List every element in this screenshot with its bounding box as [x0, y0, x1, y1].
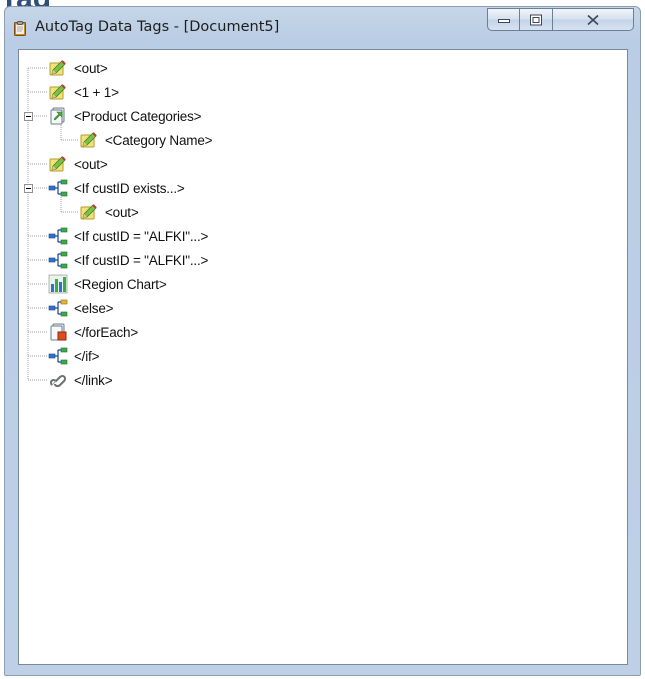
tree-item-category-name[interactable]: <Category Name> [79, 128, 213, 152]
pencil-tag-icon [48, 154, 68, 174]
collapse-toggle-product-categories[interactable] [24, 112, 33, 121]
if-end-icon [48, 346, 68, 366]
tree-item-label: </forEach> [74, 324, 139, 340]
tree-item-out-3[interactable]: <out> [79, 200, 139, 224]
tree-item-out-2[interactable]: <out> [48, 152, 108, 176]
close-button[interactable] [553, 8, 634, 31]
caption-buttons [487, 8, 634, 33]
tree-item-label: <If custID exists...> [74, 180, 185, 196]
tree-item-end-link[interactable]: </link> [48, 368, 113, 392]
window-title: AutoTag Data Tags - [Document5] [35, 19, 280, 35]
tree-item-if-custid-alfki-1[interactable]: <If custID = "ALFKI"...> [48, 224, 208, 248]
tree-item-if-custid-exists[interactable]: <If custID exists...> [48, 176, 185, 200]
tree-item-label: <out> [74, 156, 108, 172]
tree-item-label: </link> [74, 372, 113, 388]
foreach-loop-icon [48, 106, 68, 126]
if-branch-icon [48, 178, 68, 198]
tree-item-label: <Category Name> [105, 132, 213, 148]
tree-item-label: <If custID = "ALFKI"...> [74, 228, 209, 244]
if-branch-icon [48, 250, 68, 270]
tree-item-end-if[interactable]: </if> [48, 344, 99, 368]
pencil-tag-icon [79, 202, 99, 222]
tree-item-label: <out> [105, 204, 139, 220]
autotag-window: AutoTag Data Tags - [Document5] <out> <1… [4, 6, 641, 676]
pencil-tag-icon [48, 82, 68, 102]
pencil-tag-icon [79, 130, 99, 150]
tree-item-label: <Region Chart> [74, 276, 167, 292]
tree-item-else[interactable]: <else> [48, 296, 114, 320]
tree-item-label: <Product Categories> [74, 108, 202, 124]
tree-item-label: <out> [74, 60, 108, 76]
maximize-icon [530, 14, 542, 25]
else-branch-icon [48, 298, 68, 318]
title-bar[interactable]: AutoTag Data Tags - [Document5] [5, 7, 640, 45]
if-branch-icon [48, 226, 68, 246]
tree-item-expression[interactable]: <1 + 1> [48, 80, 119, 104]
minimize-button[interactable] [487, 8, 520, 31]
tree-item-label: <1 + 1> [74, 84, 119, 100]
tag-tree[interactable]: <out> <1 + 1> <Product Categories> <Cate… [19, 50, 627, 664]
tree-item-label: <If custID = "ALFKI"...> [74, 252, 209, 268]
clipboard-icon [14, 21, 26, 36]
collapse-toggle-if-custid-exists[interactable] [24, 184, 33, 193]
close-icon [587, 14, 599, 25]
tree-item-region-chart[interactable]: <Region Chart> [48, 272, 167, 296]
foreach-end-icon [48, 322, 68, 342]
maximize-button[interactable] [520, 8, 553, 31]
pencil-tag-icon [48, 58, 68, 78]
tree-item-label: </if> [74, 348, 100, 364]
link-icon [48, 370, 68, 390]
tree-item-product-categories[interactable]: <Product Categories> [48, 104, 202, 128]
tree-item-end-foreach[interactable]: </forEach> [48, 320, 138, 344]
bar-chart-icon [48, 274, 68, 294]
tree-item-label: <else> [74, 300, 114, 316]
tag-tree-panel[interactable]: <out> <1 + 1> <Product Categories> <Cate… [18, 49, 628, 665]
tree-item-if-custid-alfki-2[interactable]: <If custID = "ALFKI"...> [48, 248, 208, 272]
tree-item-out-1[interactable]: <out> [48, 56, 108, 80]
minimize-icon [497, 18, 510, 23]
